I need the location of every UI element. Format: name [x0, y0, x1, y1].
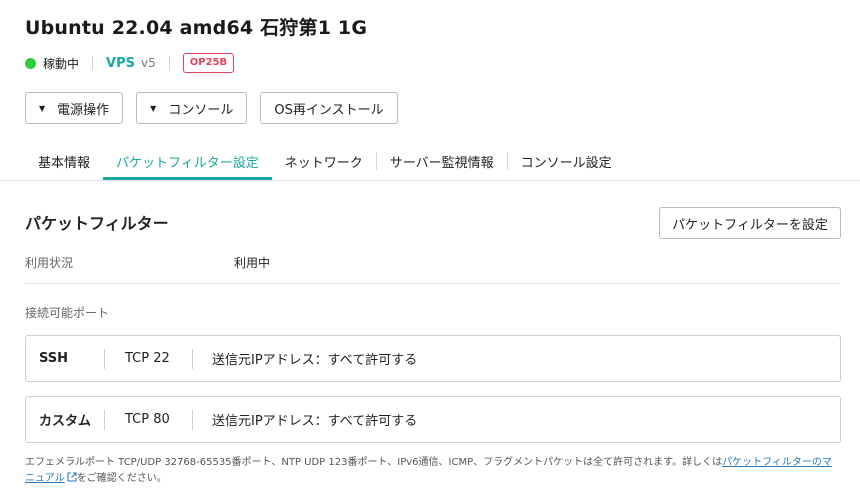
- section-title: パケットフィルター: [25, 214, 169, 233]
- status-indicator-icon: [25, 57, 36, 69]
- port-rule-card: カスタム TCP 80 送信元IPアドレス：すべて許可する: [25, 396, 841, 443]
- console-menu-button[interactable]: ▼ コンソール: [136, 92, 248, 124]
- power-menu-label: 電源操作: [57, 102, 110, 118]
- external-link-icon: [67, 472, 77, 482]
- divider: [25, 283, 840, 284]
- tab-label: パケットフィルター設定: [116, 155, 259, 171]
- power-menu-button[interactable]: ▼ 電源操作: [25, 92, 124, 124]
- tab-console-settings[interactable]: コンソール設定: [508, 142, 625, 180]
- tab-basic-info[interactable]: 基本情報: [25, 142, 103, 180]
- tab-label: 基本情報: [38, 155, 91, 171]
- console-menu-label: コンソール: [168, 102, 234, 118]
- page-title: Ubuntu 22.04 amd64 石狩第1 1G: [25, 17, 368, 39]
- server-status-row: 稼動中 VPS v5 OP25B: [25, 53, 235, 73]
- set-packet-filter-button[interactable]: パケットフィルターを設定: [659, 207, 841, 239]
- port-rule-source: 送信元IPアドレス：すべて許可する: [212, 414, 418, 429]
- tab-label: サーバー監視情報: [389, 155, 494, 171]
- port-rule-source: 送信元IPアドレス：すべて許可する: [212, 353, 418, 368]
- port-rule-name: カスタム: [39, 414, 92, 429]
- port-rule-protocol: TCP 80: [125, 412, 170, 427]
- tab-label: ネットワーク: [284, 155, 363, 171]
- op25b-badge: OP25B: [182, 53, 235, 73]
- caret-down-icon: ▼: [150, 103, 157, 113]
- usage-label: 利用状況: [25, 256, 74, 270]
- usage-value: 利用中: [234, 256, 271, 270]
- service-version: v5: [140, 56, 156, 70]
- divider: [168, 56, 170, 70]
- footnote-text: エフェメラルポート TCP/UDP 32768-65535番ポート、NTP UD…: [25, 457, 723, 468]
- service-label: VPS: [106, 55, 135, 71]
- status-text: 稼動中: [43, 56, 80, 71]
- footnote-suffix: をご確認ください。: [76, 473, 167, 484]
- action-buttons: ▼ 電源操作 ▼ コンソール OS再インストール: [25, 92, 398, 124]
- tab-packet-filter[interactable]: パケットフィルター設定: [103, 142, 272, 180]
- tab-bar: 基本情報 パケットフィルター設定 ネットワーク サーバー監視情報 コンソール設定: [25, 142, 625, 180]
- tab-network[interactable]: ネットワーク: [272, 142, 376, 180]
- port-rule-name: SSH: [39, 351, 69, 366]
- tab-label: コンソール設定: [520, 155, 612, 171]
- divider: [92, 56, 94, 70]
- os-reinstall-button[interactable]: OS再インストール: [260, 92, 398, 124]
- tab-bar-underline: [0, 180, 860, 181]
- footnote: エフェメラルポート TCP/UDP 32768-65535番ポート、NTP UD…: [25, 455, 840, 487]
- port-rule-card: SSH TCP 22 送信元IPアドレス：すべて許可する: [25, 335, 841, 382]
- tab-server-monitoring[interactable]: サーバー監視情報: [377, 142, 507, 180]
- ports-label: 接続可能ポート: [25, 306, 110, 320]
- caret-down-icon: ▼: [39, 103, 46, 113]
- port-rule-protocol: TCP 22: [125, 351, 170, 366]
